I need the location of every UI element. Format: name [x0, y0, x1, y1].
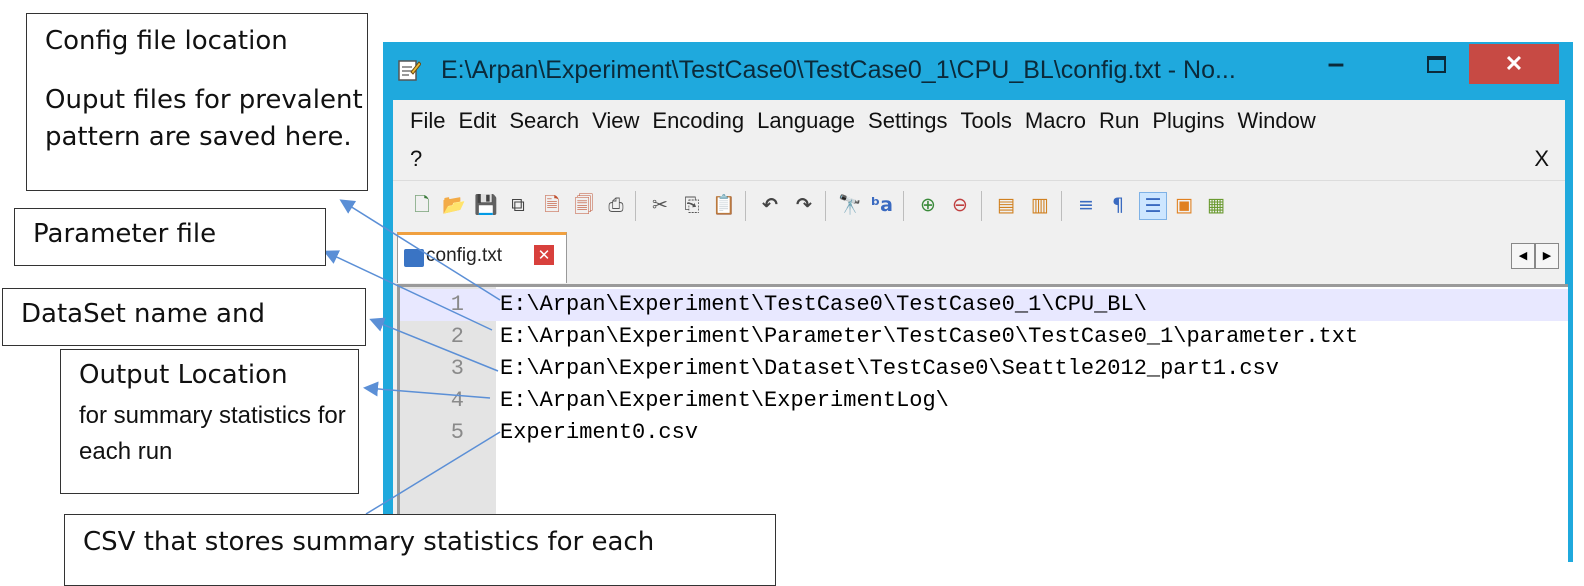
tab-bar: config.txt ✕ ◀ ▶	[393, 232, 1565, 284]
tab-scroll-left-button[interactable]: ◀	[1511, 243, 1535, 269]
menu-search[interactable]: Search	[509, 108, 592, 134]
save-all-icon[interactable]: ⧉	[505, 192, 531, 218]
callout-config-body: Ouput files for prevalent pattern are sa…	[45, 85, 363, 152]
toolbar-separator	[903, 191, 904, 221]
callout-output-location: Output Location for summary statistics f…	[60, 349, 359, 494]
callout-csv-text: CSV that stores summary statistics for e…	[83, 527, 655, 557]
menu-plugins[interactable]: Plugins	[1152, 108, 1237, 134]
editor-line[interactable]: 4 E:\Arpan\Experiment\ExperimentLog\	[400, 385, 1568, 417]
window-title: E:\Arpan\Experiment\TestCase0\TestCase0_…	[441, 56, 1236, 84]
tab-label: config.txt	[426, 245, 503, 266]
notepad-app-icon	[398, 60, 421, 81]
word-wrap-icon[interactable]: ≡	[1073, 192, 1099, 218]
line-number: 2	[450, 324, 464, 349]
menu-view[interactable]: View	[592, 108, 652, 134]
toolbar-separator	[745, 191, 746, 221]
print-icon[interactable]: ⎙	[603, 192, 629, 218]
callout-config-location: Config file location Ouput files for pre…	[26, 13, 368, 191]
editor-line[interactable]: 2 E:\Arpan\Experiment\Parameter\TestCase…	[400, 321, 1568, 353]
doc-map-icon[interactable]: ▦	[1203, 192, 1229, 218]
redo-icon[interactable]: ↷	[791, 192, 817, 218]
callout-dataset-text: DataSet name and	[21, 299, 265, 329]
tab-scroll-arrows: ◀ ▶	[1511, 243, 1559, 269]
minimize-button[interactable]: –	[1313, 44, 1359, 84]
user-language-icon[interactable]: ▣	[1171, 192, 1197, 218]
menu-encoding[interactable]: Encoding	[652, 108, 757, 134]
save-icon[interactable]: 💾	[473, 192, 499, 218]
menu-window[interactable]: Window	[1238, 108, 1329, 134]
menu-settings[interactable]: Settings	[868, 108, 961, 134]
menu-edit[interactable]: Edit	[458, 108, 509, 134]
saved-file-icon	[404, 249, 424, 267]
notepad-window: E:\Arpan\Experiment\TestCase0\TestCase0_…	[383, 42, 1573, 565]
close-icon[interactable]: 🗎	[539, 192, 565, 218]
line-number: 1	[450, 292, 464, 317]
toolbar: 🗋 📂 💾 ⧉ 🗎 🗐 ⎙ ✂ ⎘ 📋 ↶ ↷ 🔭 ᵇa ⊕ ⊖ ▤ ▥ ≡ ¶…	[393, 180, 1565, 229]
callout-output-body: for summary statistics for each run	[79, 402, 346, 465]
open-file-icon[interactable]: 📂	[441, 192, 467, 218]
menu-help[interactable]: ?	[410, 146, 422, 172]
line-number: 3	[450, 356, 464, 381]
menu-file[interactable]: File	[410, 108, 458, 134]
tab-scroll-right-button[interactable]: ▶	[1535, 243, 1559, 269]
toolbar-separator	[825, 191, 826, 221]
callout-csv-summary: CSV that stores summary statistics for e…	[64, 514, 776, 586]
menu-tools[interactable]: Tools	[961, 108, 1025, 134]
menu-row: File Edit Search View Encoding Language …	[410, 108, 1329, 134]
menu-bar: File Edit Search View Encoding Language …	[393, 100, 1565, 180]
tab-config-txt[interactable]: config.txt ✕	[397, 232, 567, 283]
copy-icon[interactable]: ⎘	[679, 192, 705, 218]
toolbar-separator	[1061, 191, 1062, 221]
paste-icon[interactable]: 📋	[711, 192, 737, 218]
title-bar[interactable]: E:\Arpan\Experiment\TestCase0\TestCase0_…	[383, 42, 1573, 100]
line-number: 5	[450, 420, 464, 445]
find-icon[interactable]: 🔭	[837, 192, 863, 218]
close-window-button[interactable]: ✕	[1469, 44, 1559, 84]
undo-icon[interactable]: ↶	[757, 192, 783, 218]
cut-icon[interactable]: ✂	[647, 192, 673, 218]
close-all-icon[interactable]: 🗐	[571, 192, 597, 218]
zoom-out-icon[interactable]: ⊖	[947, 192, 973, 218]
tab-close-button[interactable]: ✕	[534, 245, 554, 265]
line-text: E:\Arpan\Experiment\Parameter\TestCase0\…	[500, 324, 1359, 349]
show-all-chars-icon[interactable]: ¶	[1105, 192, 1131, 218]
sync-vertical-icon[interactable]: ▤	[993, 192, 1019, 218]
callout-parameter-file: Parameter file	[14, 208, 326, 266]
sync-horizontal-icon[interactable]: ▥	[1027, 192, 1053, 218]
zoom-in-icon[interactable]: ⊕	[915, 192, 941, 218]
callout-parameter-text: Parameter file	[33, 219, 217, 249]
replace-icon[interactable]: ᵇa	[869, 192, 895, 218]
editor-line[interactable]: 5 Experiment0.csv	[400, 417, 1568, 449]
callout-dataset-name: DataSet name and	[2, 288, 366, 346]
maximize-icon	[1426, 55, 1446, 73]
maximize-button[interactable]	[1413, 44, 1459, 84]
close-document-button[interactable]: X	[1534, 146, 1549, 172]
indent-guide-icon[interactable]: ☰	[1139, 192, 1167, 220]
line-number: 4	[450, 388, 464, 413]
line-text: E:\Arpan\Experiment\ExperimentLog\	[500, 388, 949, 413]
callout-output-title: Output Location	[79, 360, 288, 390]
window-client: File Edit Search View Encoding Language …	[393, 100, 1568, 565]
menu-run[interactable]: Run	[1099, 108, 1152, 134]
menu-language[interactable]: Language	[757, 108, 868, 134]
menu-macro[interactable]: Macro	[1025, 108, 1099, 134]
toolbar-separator	[981, 191, 982, 221]
line-text: Experiment0.csv	[500, 420, 699, 445]
line-text: E:\Arpan\Experiment\TestCase0\TestCase0_…	[500, 292, 1147, 317]
line-text: E:\Arpan\Experiment\Dataset\TestCase0\Se…	[500, 356, 1279, 381]
editor-line[interactable]: 1 E:\Arpan\Experiment\TestCase0\TestCase…	[400, 289, 1568, 321]
editor-line[interactable]: 3 E:\Arpan\Experiment\Dataset\TestCase0\…	[400, 353, 1568, 385]
callout-config-title: Config file location	[45, 26, 288, 56]
toolbar-separator	[635, 191, 636, 221]
new-file-icon[interactable]: 🗋	[409, 192, 435, 218]
